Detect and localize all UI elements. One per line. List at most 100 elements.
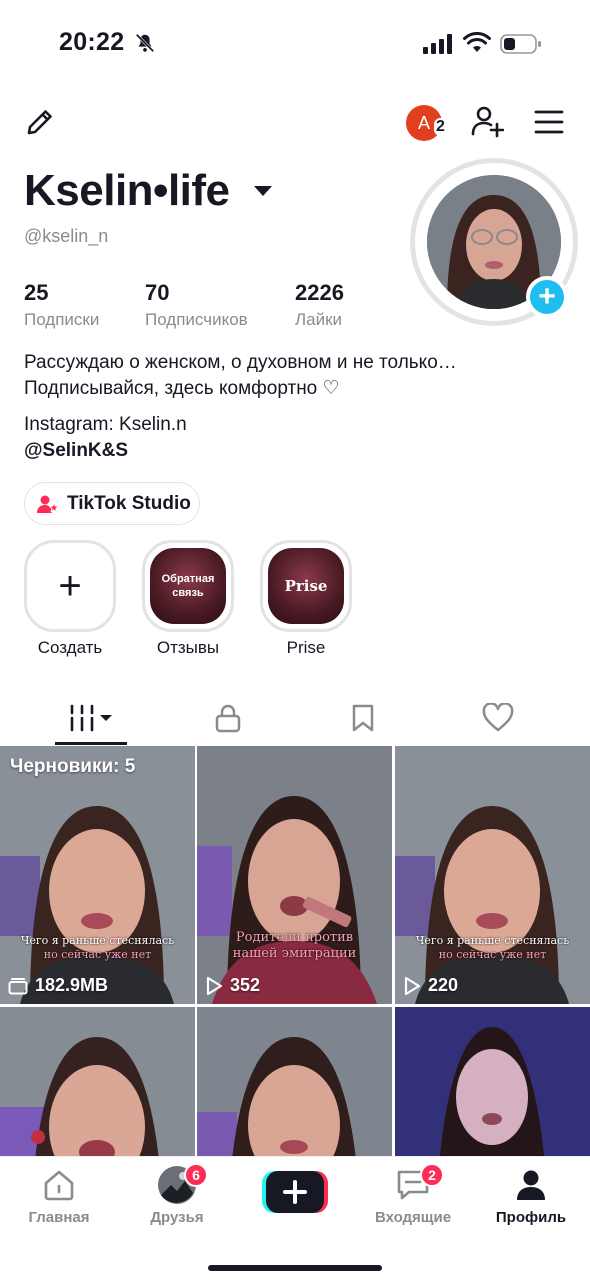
nav-profile[interactable]: Профиль (476, 1163, 586, 1226)
highlight-prise[interactable]: Prise Prise (258, 540, 354, 658)
video-caption: Чего я раньше стеснялась но сейчас уже н… (395, 934, 590, 962)
profile-top-bar: A 2 (0, 100, 590, 146)
nav-label: Друзья (150, 1209, 204, 1226)
video-thumbnail[interactable] (395, 1007, 590, 1156)
video-meta: 182.9MB (8, 975, 108, 996)
caption-line: но сейчас уже нет (43, 948, 152, 961)
stat-label: Подписчиков (145, 310, 248, 329)
bookmark-icon (352, 704, 374, 732)
nav-label: Главная (28, 1209, 90, 1226)
video-grid-icon (70, 704, 112, 732)
account-count-badge: 2 (434, 118, 447, 136)
play-icon (404, 976, 421, 995)
nav-label: Профиль (495, 1209, 567, 1226)
video-caption: Родители против нашей эмиграции (197, 930, 392, 962)
view-count: 220 (428, 975, 459, 995)
create-video-button[interactable] (262, 1171, 328, 1213)
tiktok-studio-label: TikTok Studio (67, 492, 191, 514)
home-indicator (208, 1265, 382, 1271)
content-tabs (0, 690, 590, 746)
stat-value: 70 (145, 280, 170, 305)
nav-icon-wrap (4, 1163, 114, 1207)
bottom-navigation: Главная 6 Друзья 2 Входящие Профиль (0, 1156, 590, 1280)
creator-studio-icon (37, 495, 59, 513)
play-icon (206, 976, 223, 995)
home-icon (44, 1170, 74, 1201)
add-story-button[interactable]: + (526, 276, 568, 318)
battery-icon (500, 34, 541, 54)
stat-following[interactable]: 25 Подписки (24, 280, 99, 330)
draft-size: 182.9MB (35, 975, 109, 995)
video-frame (0, 746, 195, 1004)
view-count: 352 (230, 975, 261, 995)
wifi-icon (463, 32, 491, 52)
bio-line: Подписывайся, здесь комфортно ♡ (24, 378, 340, 399)
caption-line: Чего я раньше стеснялась (415, 934, 570, 947)
video-frame (197, 1007, 392, 1156)
video-thumbnail[interactable] (197, 1007, 392, 1156)
highlight-circle: Prise (260, 540, 352, 632)
stat-followers[interactable]: 70 Подписчиков (145, 280, 248, 330)
tab-private[interactable] (192, 690, 264, 746)
profile-bio: Рассуждаю о женском, о духовном и не тол… (24, 350, 457, 402)
highlight-label: Отзывы (156, 638, 220, 657)
highlight-cover: Обратная связь (150, 548, 226, 624)
username-handle: @kselin_n (24, 226, 109, 246)
video-frame (395, 1007, 590, 1156)
status-bar: 20:22 (0, 0, 590, 90)
video-thumbnail[interactable]: Чего я раньше стеснялась но сейчас уже н… (395, 746, 590, 1004)
highlight-label: Prise (286, 638, 326, 657)
stat-label: Подписки (24, 310, 100, 329)
video-frame (197, 746, 392, 1004)
nav-icon-wrap (476, 1163, 586, 1207)
highlight-create-circle: + (24, 540, 116, 632)
tab-liked[interactable] (462, 690, 534, 746)
caption-line: нашей эмиграции (232, 946, 357, 961)
stat-likes[interactable]: 2226 Лайки (295, 280, 344, 330)
display-name[interactable]: Kselin•life (24, 166, 230, 216)
nav-home[interactable]: Главная (4, 1163, 114, 1226)
drafts-count-label: Черновики: 5 (10, 756, 136, 777)
drafts-icon (8, 977, 28, 994)
bio-line: Рассуждаю о женском, о духовном и не тол… (24, 352, 457, 373)
highlight-circle: Обратная связь (142, 540, 234, 632)
plus-icon: + (58, 564, 82, 608)
pencil-icon[interactable] (24, 106, 56, 138)
mention-link[interactable]: @SelinK&S (24, 438, 128, 464)
tiktok-studio-button[interactable]: TikTok Studio (24, 482, 200, 525)
video-thumbnail[interactable]: Родители против нашей эмиграции 352 (197, 746, 392, 1004)
nav-inbox[interactable]: 2 Входящие (358, 1163, 468, 1226)
instagram-text: Instagram: Kselin.n (24, 414, 187, 435)
highlight-create[interactable]: + Создать (22, 540, 118, 658)
status-time: 20:22 (59, 28, 125, 56)
menu-icon[interactable] (534, 108, 564, 136)
notification-badge: 2 (420, 1163, 444, 1187)
lock-icon (215, 704, 241, 733)
caret-down-icon[interactable] (252, 183, 274, 199)
video-thumbnail-drafts[interactable]: Черновики: 5 Чего я раньше стеснялась но… (0, 746, 195, 1004)
caption-line: но сейчас уже нет (438, 948, 547, 961)
highlight-cover: Prise (268, 548, 344, 624)
tab-favorites[interactable] (327, 690, 399, 746)
nav-friends[interactable]: 6 Друзья (122, 1163, 232, 1226)
caption-line: Родители против (235, 930, 354, 945)
tab-videos[interactable] (55, 690, 127, 746)
caption-line: Чего я раньше стеснялась (20, 934, 175, 947)
stat-label: Лайки (295, 310, 343, 329)
video-frame (395, 746, 590, 1004)
video-caption: Чего я раньше стеснялась но сейчас уже н… (0, 934, 195, 962)
video-thumbnail[interactable] (0, 1007, 195, 1156)
add-friend-icon[interactable] (470, 104, 504, 138)
active-tab-indicator (55, 742, 127, 745)
cellular-signal-icon (423, 34, 452, 54)
notification-badge: 6 (184, 1163, 208, 1187)
video-grid: Черновики: 5 Чего я раньше стеснялась но… (0, 746, 590, 1156)
video-meta: 352 (205, 975, 260, 996)
highlight-reviews[interactable]: Обратная связь Отзывы (140, 540, 236, 658)
heart-icon (482, 703, 514, 732)
nav-icon-wrap: 2 (358, 1163, 468, 1207)
nav-icon-wrap: 6 (122, 1163, 232, 1207)
stat-value: 25 (24, 280, 49, 305)
highlight-label: Создать (37, 638, 103, 657)
profile-person-icon (517, 1170, 545, 1200)
